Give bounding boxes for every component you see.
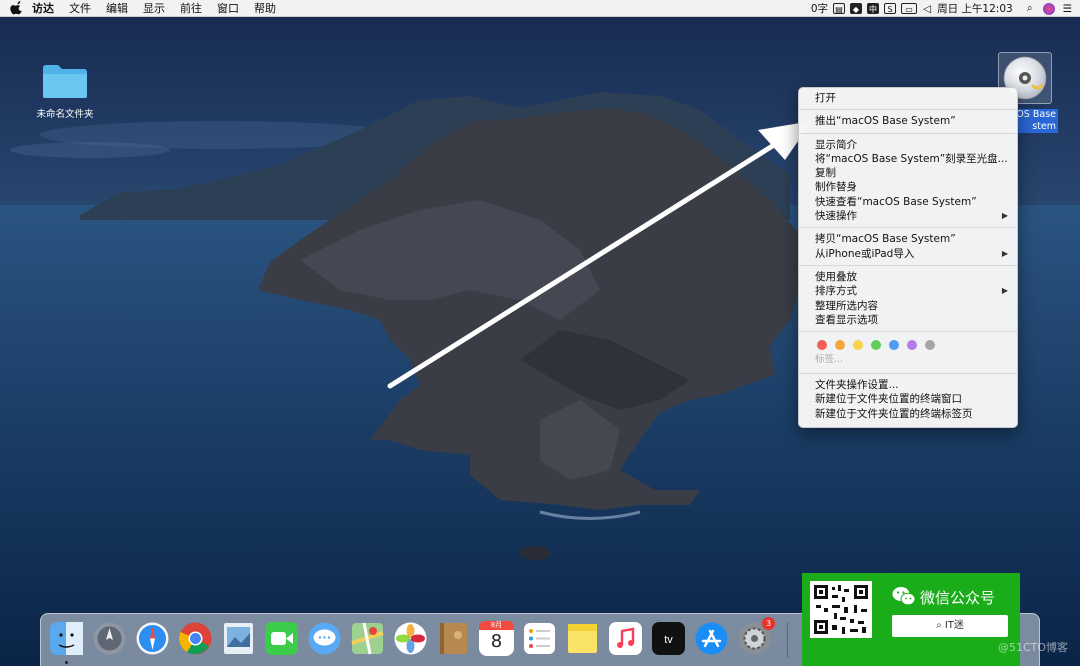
menu-help[interactable]: 帮助 — [254, 0, 276, 16]
launchpad-icon[interactable] — [92, 621, 127, 656]
menu-item-sort-by[interactable]: 排序方式 ▶ — [799, 284, 1017, 298]
dvd-disk-label[interactable]: OS Base stem — [1012, 109, 1058, 133]
tag-yellow-dot[interactable] — [853, 340, 863, 351]
word-count-status[interactable]: 0字 — [811, 1, 828, 16]
submenu-arrow-icon: ▶ — [1001, 248, 1008, 258]
folder-icon — [43, 65, 87, 98]
system-preferences-icon[interactable]: 3 — [737, 617, 775, 656]
menu-window[interactable]: 窗口 — [217, 0, 239, 16]
sync-icon[interactable]: S — [884, 3, 896, 14]
menu-item-make-alias[interactable]: 制作替身 — [799, 180, 1017, 194]
desktop-folder[interactable]: 未命名文件夹 — [32, 62, 98, 120]
dock-divider — [787, 622, 788, 658]
music-icon[interactable] — [608, 621, 643, 656]
submenu-arrow-icon: ▶ — [1001, 286, 1008, 296]
wechat-search-text: IT迷 — [944, 620, 964, 631]
menu-item-use-stacks[interactable]: 使用叠放 — [799, 270, 1017, 284]
menu-finder[interactable]: 访达 — [32, 0, 54, 16]
input-method-icon[interactable]: 中 — [867, 3, 879, 14]
menu-separator — [799, 373, 1017, 375]
tag-color-row — [799, 337, 1017, 353]
tag-orange-dot[interactable] — [835, 340, 845, 351]
wechat-title: 微信公众号 — [920, 589, 996, 607]
menu-item-view-options[interactable]: 查看显示选项 — [799, 313, 1017, 327]
safari-icon[interactable] — [135, 621, 170, 656]
menu-item-get-info[interactable]: 显示简介 — [799, 138, 1017, 152]
menu-edit[interactable]: 编辑 — [106, 0, 128, 16]
search-icon[interactable]: ⌕ — [1027, 2, 1033, 15]
reminders-icon[interactable] — [522, 621, 557, 656]
tv-icon[interactable]: tv — [651, 621, 686, 656]
menu-item-copy[interactable]: 拷贝“macOS Base System” — [799, 232, 1017, 246]
watermark-text: @51CTO博客 — [998, 641, 1069, 654]
apple-icon[interactable] — [10, 1, 24, 15]
finder-icon[interactable] — [49, 621, 84, 656]
quick-actions-label: 快速操作 — [815, 210, 857, 223]
menu-view[interactable]: 显示 — [143, 0, 165, 16]
tag-gray-dot[interactable] — [925, 340, 935, 351]
tag-purple-dot[interactable] — [907, 340, 917, 351]
submenu-arrow-icon: ▶ — [1001, 211, 1008, 221]
appstore-icon[interactable] — [694, 621, 729, 656]
context-menu: 打开 推出“macOS Base System” 显示简介 将“macOS Ba… — [798, 87, 1018, 428]
facetime-icon[interactable] — [264, 621, 299, 656]
siri-icon[interactable] — [1042, 2, 1055, 15]
stickies-icon[interactable] — [565, 621, 600, 656]
calendar-icon[interactable]: 8月 8 — [479, 621, 514, 656]
menu-separator — [799, 264, 1017, 266]
menu-separator — [799, 331, 1017, 333]
menu-item-tags[interactable]: 标签... — [799, 353, 1017, 367]
shield-icon[interactable]: ◆ — [850, 3, 862, 14]
wechat-logo-icon — [892, 587, 916, 606]
menu-item-burn[interactable]: 将“macOS Base System”刻录至光盘... — [799, 152, 1017, 166]
menu-item-import-iphone[interactable]: 从iPhone或iPad导入 ▶ — [799, 247, 1017, 261]
sysprefs-badge: 3 — [762, 617, 775, 630]
tag-blue-dot[interactable] — [889, 340, 899, 351]
menu-item-open[interactable]: 打开 — [799, 91, 1017, 105]
menu-item-clean-up[interactable]: 整理所选内容 — [799, 299, 1017, 313]
menu-item-duplicate[interactable]: 复制 — [799, 166, 1017, 180]
qr-code-icon — [810, 581, 872, 638]
display-icon[interactable]: ▭ — [901, 3, 917, 14]
wechat-promo-banner: 微信公众号 ⌕ IT迷 — [802, 573, 1020, 666]
dvd-label-line1: OS Base — [1016, 109, 1056, 120]
volume-icon[interactable]: ◁ — [923, 3, 931, 15]
menu-item-quick-actions[interactable]: 快速操作 ▶ — [799, 209, 1017, 223]
running-indicator — [65, 661, 68, 664]
calendar-day: 8 — [490, 631, 503, 652]
dvd-label-line2: stem — [1032, 121, 1056, 132]
status-area: 0字 ▤ ◆ 中 S ▭ ◁ 周日 上午12:03 ⌕ ☰ — [811, 0, 1072, 17]
maps-icon[interactable] — [350, 621, 385, 656]
calendar-month: 8月 — [479, 621, 514, 630]
menu-item-new-terminal-tab[interactable]: 新建位于文件夹位置的终端标签页 — [799, 407, 1017, 421]
menu-item-quick-look[interactable]: 快速查看“macOS Base System” — [799, 195, 1017, 209]
menu-go[interactable]: 前往 — [180, 0, 202, 16]
clipboard-icon[interactable]: ▤ — [833, 3, 845, 14]
import-iphone-label: 从iPhone或iPad导入 — [815, 247, 915, 260]
sort-by-label: 排序方式 — [815, 285, 857, 298]
menu-item-eject[interactable]: 推出“macOS Base System” — [799, 114, 1017, 128]
menu-item-folder-actions[interactable]: 文件夹操作设置... — [799, 378, 1017, 392]
menu-separator — [799, 132, 1017, 134]
preview-icon[interactable] — [221, 621, 256, 656]
clock[interactable]: 周日 上午12:03 — [937, 1, 1013, 16]
wechat-search-box[interactable]: ⌕ IT迷 — [892, 615, 1008, 637]
menu-bar: 访达 文件 编辑 显示 前往 窗口 帮助 0字 ▤ ◆ 中 S ▭ ◁ 周日 上… — [0, 0, 1080, 17]
folder-label: 未命名文件夹 — [36, 109, 94, 120]
notes-book-icon[interactable] — [436, 621, 471, 656]
search-icon: ⌕ — [936, 620, 945, 631]
photos-icon[interactable] — [393, 621, 428, 656]
tag-green-dot[interactable] — [871, 340, 881, 351]
menu-file[interactable]: 文件 — [69, 0, 91, 16]
svg-text:tv: tv — [664, 634, 673, 646]
menu-separator — [799, 227, 1017, 229]
messages-icon[interactable] — [307, 621, 342, 656]
menu-item-new-terminal[interactable]: 新建位于文件夹位置的终端窗口 — [799, 392, 1017, 406]
notification-center-icon[interactable]: ☰ — [1063, 3, 1072, 15]
chrome-icon[interactable] — [178, 621, 213, 656]
menu-separator — [799, 109, 1017, 111]
tag-red-dot[interactable] — [817, 340, 827, 351]
